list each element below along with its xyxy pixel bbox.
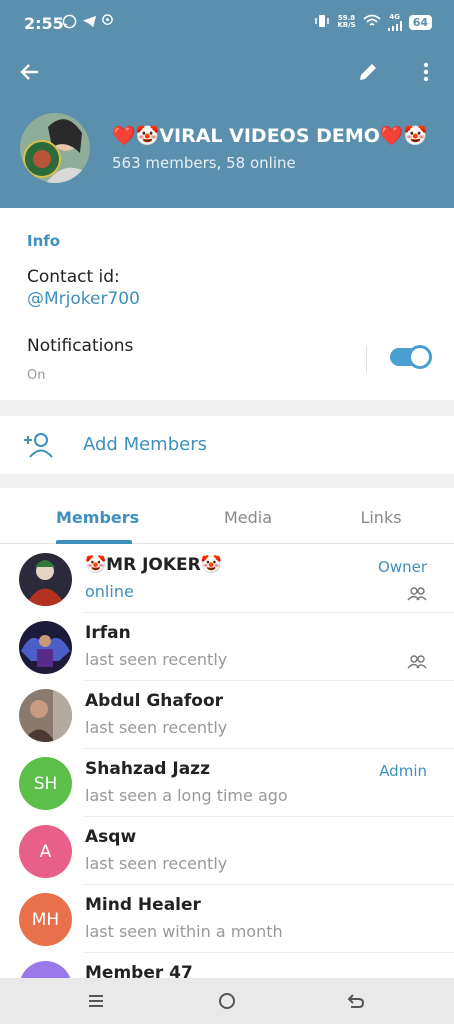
- member-name: Shahzad Jazz: [85, 759, 210, 779]
- location-icon: [101, 14, 114, 33]
- home-button[interactable]: [216, 990, 240, 1012]
- contact-info: Contact id: @Mrjoker700: [27, 266, 140, 310]
- add-user-icon: [22, 430, 54, 460]
- group-member-count: 563 members, 58 online: [112, 154, 296, 172]
- contact-label: Contact id:: [27, 267, 120, 287]
- notifications-label[interactable]: Notifications: [27, 336, 133, 356]
- member-row[interactable]: SH Shahzad Jazz last seen a long time ag…: [0, 749, 454, 817]
- divider: [366, 345, 367, 373]
- pencil-icon: [360, 64, 376, 80]
- active-tab-indicator: [56, 540, 132, 544]
- status-time: 2:55: [24, 14, 64, 33]
- group-title: ❤️🤡VIRAL VIDEOS DEMO❤️🤡: [112, 125, 428, 147]
- member-role-badge: Owner: [378, 558, 427, 576]
- telegram-icon: [82, 14, 97, 33]
- wifi-icon: [363, 14, 381, 31]
- network-type: 4G: [389, 13, 400, 21]
- circle-icon: [219, 993, 235, 1009]
- avatar: MH: [19, 893, 72, 946]
- member-status: last seen recently: [85, 650, 228, 669]
- avatar: A: [19, 825, 72, 878]
- member-row[interactable]: 🤡MR JOKER🤡 online Owner: [0, 545, 454, 613]
- battery-indicator: 64: [408, 14, 432, 30]
- member-row[interactable]: MH Mind Healer last seen within a month: [0, 885, 454, 953]
- signal-indicator: 4G: [387, 13, 402, 31]
- status-bar: 2:55 59.8 KB/S 4G 64: [0, 0, 454, 48]
- avatar-image: [19, 553, 72, 606]
- member-row[interactable]: Member 47: [0, 953, 454, 978]
- member-status: online: [85, 582, 134, 601]
- avatar: [19, 621, 72, 674]
- chat-header: 2:55 59.8 KB/S 4G 64 ❤️🤡VIRAL VIDEOS DEM…: [0, 0, 454, 208]
- avatar: [19, 553, 72, 606]
- notifications-state: On: [27, 368, 46, 383]
- add-members-row[interactable]: Add Members: [0, 416, 454, 474]
- avatar: [19, 961, 72, 978]
- member-name: Abdul Ghafoor: [85, 691, 224, 711]
- more-vertical-icon: [423, 62, 429, 82]
- member-row[interactable]: Irfan last seen recently: [0, 613, 454, 681]
- tab-bar: Members Media Links: [0, 488, 454, 544]
- member-status: last seen a long time ago: [85, 786, 288, 805]
- avatar-image: [19, 621, 72, 674]
- tab-links[interactable]: Links: [343, 508, 419, 527]
- back-button[interactable]: [18, 60, 48, 90]
- system-nav-bar: [0, 978, 454, 1024]
- vibrate-icon: [314, 14, 330, 31]
- member-name: Asqw: [85, 827, 137, 847]
- member-name: Irfan: [85, 623, 131, 643]
- member-name: Member 47: [85, 963, 193, 978]
- member-row[interactable]: A Asqw last seen recently: [0, 817, 454, 885]
- group-avatar-image: [20, 113, 90, 183]
- members-section: Members Media Links 🤡MR JOKER🤡 online Ow…: [0, 488, 454, 978]
- member-name: 🤡MR JOKER🤡: [85, 555, 222, 575]
- contact-link[interactable]: @Mrjoker700: [27, 288, 140, 310]
- info-section-label: Info: [27, 232, 61, 250]
- network-speed: 59.8 KB/S: [337, 15, 355, 29]
- speed-unit: KB/S: [337, 21, 356, 29]
- tab-media[interactable]: Media: [210, 508, 286, 527]
- more-options-button[interactable]: [414, 60, 438, 90]
- avatar: [19, 689, 72, 742]
- edit-button[interactable]: [356, 60, 386, 90]
- tab-members[interactable]: Members: [56, 508, 139, 527]
- toggle-knob: [408, 345, 432, 369]
- notifications-toggle[interactable]: [390, 345, 432, 369]
- menu-icon: [89, 995, 103, 1007]
- member-name: Mind Healer: [85, 895, 201, 915]
- info-section: Info Contact id: @Mrjoker700 Notificatio…: [0, 208, 454, 400]
- group-icon: [407, 655, 427, 669]
- avatar: SH: [19, 757, 72, 810]
- member-status: last seen within a month: [85, 922, 283, 941]
- member-role-badge: Admin: [379, 762, 427, 780]
- back-nav-button[interactable]: [345, 990, 369, 1012]
- member-status: last seen recently: [85, 854, 228, 873]
- group-avatar[interactable]: [20, 113, 90, 183]
- back-arrow-icon: [347, 994, 365, 1008]
- group-icon: [407, 587, 427, 601]
- member-row[interactable]: Abdul Ghafoor last seen recently: [0, 681, 454, 749]
- arrow-left-icon: [20, 64, 38, 80]
- recent-apps-button[interactable]: [85, 990, 109, 1012]
- add-members-label: Add Members: [83, 434, 207, 455]
- member-status: last seen recently: [85, 718, 228, 737]
- signal-icon: [387, 21, 402, 31]
- whatsapp-icon: [62, 14, 77, 33]
- avatar-image: [19, 689, 72, 742]
